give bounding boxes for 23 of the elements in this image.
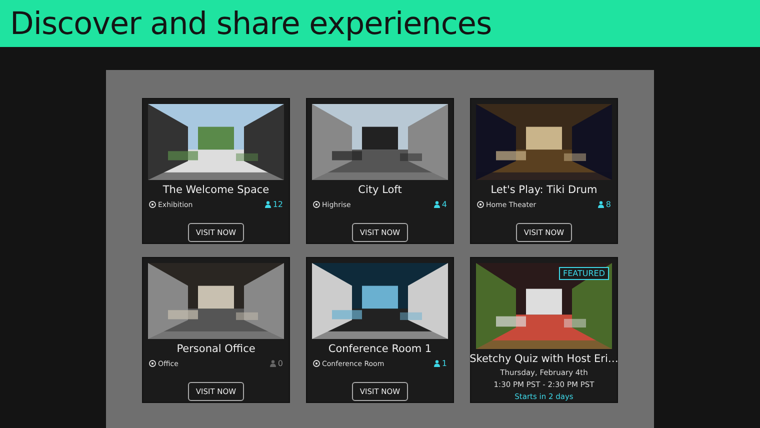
- card-title: Sketchy Quiz with Host Eri…: [470, 353, 618, 365]
- user-count: 8: [598, 200, 611, 209]
- featured-badge: FEATURED: [558, 267, 609, 280]
- person-icon: [434, 360, 440, 367]
- person-icon: [434, 201, 440, 208]
- location-icon: [477, 201, 484, 208]
- page-title: Discover and share experiences: [10, 6, 492, 42]
- user-count: 0: [270, 359, 283, 368]
- user-count: 1: [434, 359, 447, 368]
- card-title: Let's Play: Tiki Drum: [490, 184, 598, 196]
- user-count: 12: [264, 200, 283, 209]
- location-icon: [149, 360, 156, 367]
- card-title: City Loft: [358, 184, 402, 196]
- card-title: The Welcome Space: [162, 184, 270, 196]
- person-icon: [598, 201, 604, 208]
- location-icon: [313, 360, 320, 367]
- person-icon: [264, 201, 271, 208]
- person-icon: [270, 360, 276, 367]
- card-title: Conference Room 1: [328, 343, 432, 355]
- user-count: 4: [434, 200, 447, 209]
- location-icon: [313, 201, 320, 208]
- location-icon: [149, 201, 156, 208]
- card-title: Personal Office: [176, 343, 256, 355]
